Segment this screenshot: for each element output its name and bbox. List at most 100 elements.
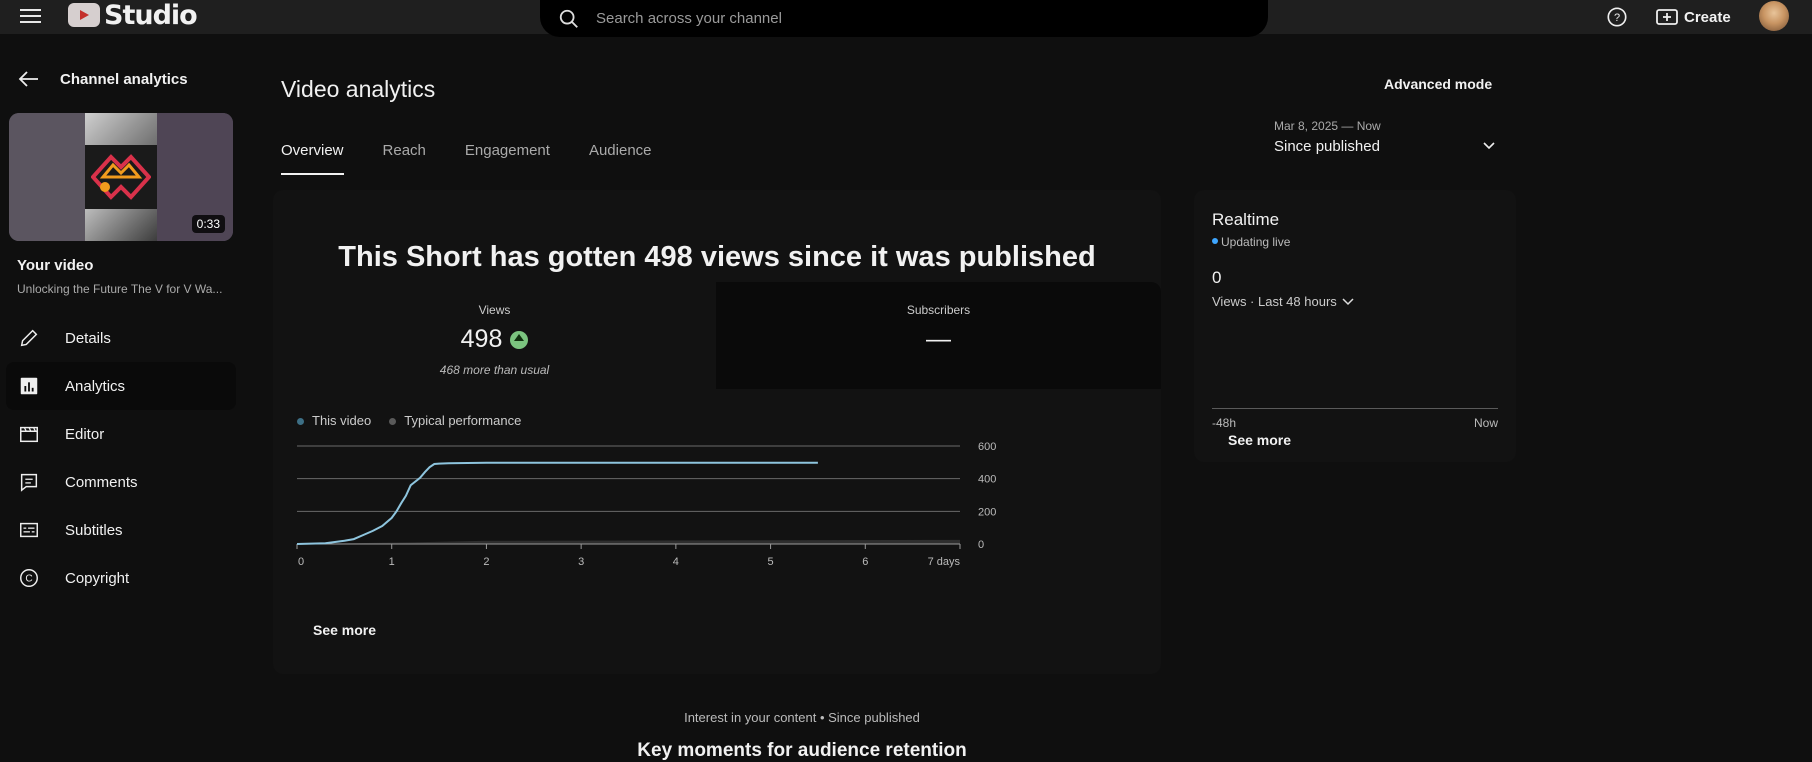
- sidebar-item-label: Subtitles: [65, 521, 123, 539]
- realtime-metric-label: Views · Last 48 hours: [1212, 294, 1337, 309]
- x-tick-label: 1: [389, 556, 395, 568]
- sidebar-item-comments[interactable]: Comments: [6, 458, 236, 506]
- series-typical-area: [297, 539, 960, 544]
- sidebar-item-analytics[interactable]: Analytics: [6, 362, 236, 410]
- trend-up-icon: [510, 330, 529, 349]
- y-tick-label: 0: [978, 539, 984, 551]
- pencil-icon: [20, 329, 38, 347]
- sidebar-item-copyright[interactable]: C Copyright: [6, 554, 236, 602]
- series-this-video-line: [296, 461, 818, 545]
- logo-text: Studio: [104, 0, 198, 31]
- search-icon[interactable]: [558, 8, 580, 30]
- sidebar-item-details[interactable]: Details: [6, 314, 236, 362]
- metric-value: —: [926, 325, 951, 353]
- x-tick-label: 0: [298, 556, 304, 568]
- clapperboard-icon: [20, 426, 38, 443]
- create-button[interactable]: Create: [1652, 4, 1735, 30]
- sidebar-item-label: Comments: [65, 473, 138, 491]
- back-arrow-icon: [18, 71, 38, 87]
- sidebar-item-label: Analytics: [65, 377, 126, 395]
- realtime-value: 0: [1212, 268, 1222, 287]
- sidebar-nav: Details Analytics Editor Comments Subtit…: [6, 314, 236, 602]
- back-to-channel-analytics[interactable]: Channel analytics: [18, 70, 188, 88]
- axis-end-label: Now: [1473, 416, 1498, 430]
- advanced-mode-button[interactable]: Advanced mode: [1384, 76, 1492, 92]
- create-label: Create: [1684, 8, 1731, 26]
- hamburger-menu-icon[interactable]: [20, 6, 42, 26]
- metric-views[interactable]: Views 498 468 more than usual: [273, 282, 716, 389]
- x-tick-label: 4: [673, 556, 679, 568]
- live-dot-icon: [1212, 238, 1218, 244]
- interest-caption: Interest in your content • Since publish…: [684, 710, 920, 725]
- see-more-button[interactable]: See more: [313, 622, 376, 638]
- copyright-icon: C: [20, 569, 38, 587]
- overview-card: This Short has gotten 498 views since it…: [273, 190, 1161, 674]
- realtime-axis-line: [1212, 408, 1498, 409]
- x-tick-label: 6: [862, 556, 868, 568]
- search-input[interactable]: [596, 10, 1196, 27]
- realtime-live-status: Updating live: [1212, 235, 1290, 249]
- v4v-logo-icon: [91, 154, 151, 200]
- metric-comparison: 468 more than usual: [439, 363, 550, 377]
- avatar[interactable]: [1759, 1, 1789, 31]
- top-bar: Studio ? Create: [0, 0, 1812, 37]
- analytics-icon: [20, 377, 38, 395]
- key-moments-title: Key moments for audience retention: [637, 740, 967, 761]
- metric-tabs: Views 498 468 more than usual Subscriber…: [273, 282, 1161, 389]
- axis-start-label: -48h: [1212, 416, 1237, 430]
- comments-icon: [20, 473, 38, 492]
- metric-subscribers[interactable]: Subscribers —: [716, 282, 1161, 389]
- chevron-down-icon: [1342, 297, 1354, 305]
- tab-overview[interactable]: Overview: [281, 142, 344, 175]
- analytics-tabs: Overview Reach Engagement Audience: [281, 142, 691, 175]
- sidebar-item-label: Copyright: [65, 569, 130, 587]
- date-range-selector[interactable]: Mar 8, 2025 — Now Since published: [1274, 119, 1496, 155]
- legend-item-this-video: This video: [297, 413, 371, 428]
- date-range-dates: Mar 8, 2025 — Now: [1274, 119, 1381, 133]
- sidebar-item-label: Editor: [65, 425, 105, 443]
- x-tick-label: 2: [483, 556, 489, 568]
- metric-label: Subscribers: [906, 303, 971, 317]
- search-bar[interactable]: [540, 0, 1268, 37]
- metric-value: 498: [460, 325, 503, 353]
- main-content: Video analytics Advanced mode Overview R…: [242, 34, 1812, 761]
- realtime-title: Realtime: [1212, 210, 1280, 229]
- x-tick-label: 3: [578, 556, 584, 568]
- back-label: Channel analytics: [60, 70, 188, 88]
- views-headline: This Short has gotten 498 views since it…: [338, 241, 1096, 273]
- svg-text:?: ?: [1614, 12, 1620, 24]
- your-video-label: Your video: [17, 257, 94, 274]
- subtitles-icon: [20, 522, 38, 538]
- legend-item-typical: Typical performance: [389, 413, 521, 428]
- page-title: Video analytics: [281, 76, 436, 102]
- youtube-logo-icon: [68, 3, 100, 27]
- create-video-icon: [1656, 9, 1678, 25]
- sidebar-item-editor[interactable]: Editor: [6, 410, 236, 458]
- realtime-see-more-button[interactable]: See more: [1228, 432, 1291, 448]
- video-thumbnail[interactable]: 0:33: [9, 113, 233, 241]
- y-tick-label: 200: [978, 506, 996, 518]
- y-tick-label: 400: [978, 474, 996, 486]
- x-tick-label: 5: [768, 556, 774, 568]
- sidebar: Channel analytics 0:33 Your video Unlock…: [0, 34, 242, 761]
- date-range-label: Since published: [1274, 138, 1380, 155]
- views-line-chart: 0 200 400 600 0 1 2 3 4 5 6 7 days: [296, 441, 996, 568]
- metric-label: Views: [478, 303, 511, 317]
- x-tick-label: 7 days: [928, 556, 961, 568]
- tab-engagement[interactable]: Engagement: [465, 142, 550, 175]
- chart-legend: This video Typical performance: [297, 413, 521, 428]
- chevron-down-icon: [1483, 142, 1495, 150]
- video-duration: 0:33: [191, 215, 225, 233]
- realtime-card: Realtime Updating live 0 Views · Last 48…: [1194, 190, 1516, 462]
- sidebar-item-subtitles[interactable]: Subtitles: [6, 506, 236, 554]
- help-icon[interactable]: ?: [1606, 6, 1628, 28]
- y-tick-label: 600: [978, 441, 996, 453]
- realtime-metric-dropdown[interactable]: Views · Last 48 hours: [1212, 294, 1354, 309]
- tab-audience[interactable]: Audience: [589, 142, 652, 175]
- realtime-axis: -48h Now: [1212, 416, 1498, 430]
- svg-text:C: C: [25, 574, 32, 585]
- video-title: Unlocking the Future The V for V Wa...: [17, 282, 223, 296]
- studio-logo[interactable]: Studio: [68, 0, 198, 31]
- tab-reach[interactable]: Reach: [383, 142, 426, 175]
- sidebar-item-label: Details: [65, 329, 111, 347]
